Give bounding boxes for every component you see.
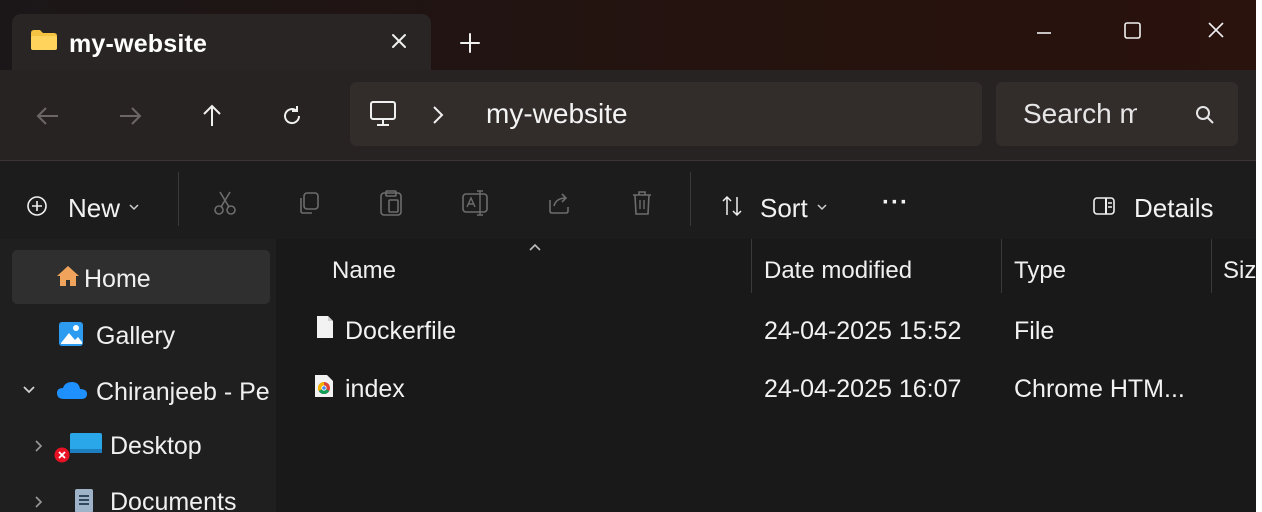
- rename-icon[interactable]: [461, 190, 489, 216]
- sidebar-item-gallery[interactable]: Gallery: [12, 307, 270, 361]
- chevron-down-icon[interactable]: [22, 383, 36, 401]
- navigation-pane: Home Gallery Chiranjeeb - Pe Desktop Doc…: [0, 239, 276, 512]
- maximize-icon[interactable]: [1088, 0, 1176, 62]
- tab-my-website[interactable]: my-website: [12, 14, 431, 72]
- column-header-name[interactable]: Name: [332, 257, 396, 285]
- close-tab-icon[interactable]: [384, 26, 414, 56]
- column-header-type[interactable]: Type: [1014, 257, 1066, 285]
- file-name: Dockerfile: [345, 317, 457, 345]
- tab-title: my-website: [69, 30, 208, 58]
- more-options-button[interactable]: ···: [882, 186, 909, 220]
- sidebar-item-documents[interactable]: Documents: [12, 476, 270, 512]
- toolbar-separator: [690, 172, 691, 226]
- search-icon[interactable]: [1194, 104, 1216, 126]
- gallery-icon: [58, 321, 84, 352]
- delete-icon[interactable]: [630, 189, 654, 217]
- sidebar-item-label: Chiranjeeb - Pe: [96, 378, 270, 406]
- file-date-modified: 24-04-2025 15:52: [764, 317, 962, 345]
- column-separator[interactable]: [751, 239, 752, 293]
- back-arrow-icon[interactable]: [26, 94, 70, 138]
- chevron-right-icon[interactable]: [34, 439, 44, 458]
- this-pc-icon: [368, 100, 398, 128]
- sort-ascending-indicator-icon: [528, 239, 542, 257]
- sidebar-item-desktop[interactable]: Desktop: [12, 420, 270, 474]
- chrome-html-icon: [314, 374, 334, 403]
- chevron-down-icon: [128, 199, 140, 217]
- new-button[interactable]: New: [26, 191, 140, 225]
- sync-error-icon: [54, 447, 70, 468]
- file-date-modified: 24-04-2025 16:07: [764, 375, 962, 403]
- sidebar-item-home[interactable]: Home: [12, 250, 270, 304]
- search-box[interactable]: Search my: [996, 82, 1238, 146]
- copy-icon[interactable]: [296, 190, 322, 216]
- file-icon: [316, 315, 334, 344]
- file-type: File: [1014, 317, 1055, 345]
- sidebar-item-label: Documents: [110, 488, 237, 512]
- toolbar-separator: [178, 172, 179, 226]
- sidebar-item-label: Desktop: [110, 432, 202, 460]
- file-list: Name Date modified Type Siz Dockerfile 2…: [276, 239, 1256, 512]
- chevron-down-icon: [816, 199, 828, 217]
- column-header-date-modified[interactable]: Date modified: [764, 257, 912, 285]
- chevron-right-icon[interactable]: [430, 104, 446, 126]
- sidebar-item-label: Home: [84, 265, 151, 293]
- new-label: New: [68, 192, 121, 223]
- column-separator[interactable]: [1001, 239, 1002, 293]
- file-name: index: [345, 375, 405, 403]
- desktop-icon: [70, 433, 102, 460]
- up-arrow-icon[interactable]: [190, 94, 234, 138]
- folder-icon: [31, 30, 57, 50]
- address-bar[interactable]: my-website: [350, 82, 982, 146]
- new-tab-icon[interactable]: [455, 28, 485, 58]
- column-header-size[interactable]: Siz: [1223, 257, 1256, 285]
- sort-button[interactable]: Sort: [720, 191, 828, 225]
- more-options-label: ···: [882, 189, 909, 216]
- cut-icon[interactable]: [212, 190, 238, 216]
- sidebar-item-onedrive[interactable]: Chiranjeeb - Pe: [12, 363, 276, 417]
- breadcrumb-my-website[interactable]: my-website: [486, 98, 628, 130]
- search-placeholder: Search my: [1023, 98, 1137, 129]
- file-explorer-window: my-website my-website Search my: [0, 0, 1256, 512]
- sort-label: Sort: [760, 192, 808, 223]
- forward-arrow-icon[interactable]: [108, 94, 152, 138]
- plus-circle-icon: [26, 195, 48, 222]
- column-separator[interactable]: [1211, 239, 1212, 293]
- details-button[interactable]: Details: [1092, 191, 1213, 225]
- home-icon: [56, 265, 80, 292]
- share-icon[interactable]: [546, 190, 572, 216]
- documents-icon: [74, 488, 96, 512]
- table-row[interactable]: index 24-04-2025 16:07 Chrome HTM...: [276, 367, 1256, 411]
- table-row[interactable]: Dockerfile 24-04-2025 15:52 File: [276, 309, 1256, 353]
- sidebar-item-label: Gallery: [96, 322, 176, 350]
- command-bar: [0, 161, 1256, 239]
- details-label: Details: [1134, 192, 1214, 223]
- onedrive-cloud-icon: [56, 380, 88, 405]
- minimize-icon[interactable]: [1000, 0, 1088, 62]
- sort-arrows-icon: [720, 194, 744, 223]
- chevron-right-icon[interactable]: [34, 495, 44, 512]
- refresh-icon[interactable]: [270, 94, 314, 138]
- file-type: Chrome HTM...: [1014, 375, 1185, 403]
- close-window-icon[interactable]: [1172, 0, 1256, 62]
- paste-icon[interactable]: [378, 189, 404, 217]
- details-pane-icon: [1092, 195, 1116, 222]
